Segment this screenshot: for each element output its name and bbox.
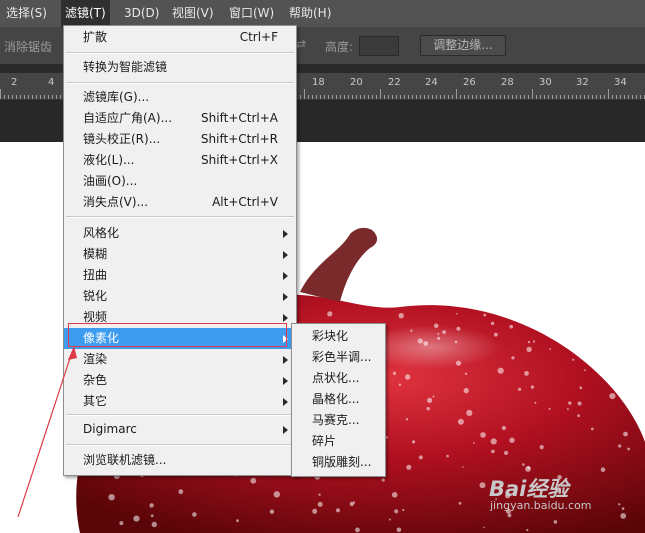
watermark-url: jingyan.baidu.com	[490, 499, 592, 512]
annotation-arrow	[17, 346, 77, 518]
